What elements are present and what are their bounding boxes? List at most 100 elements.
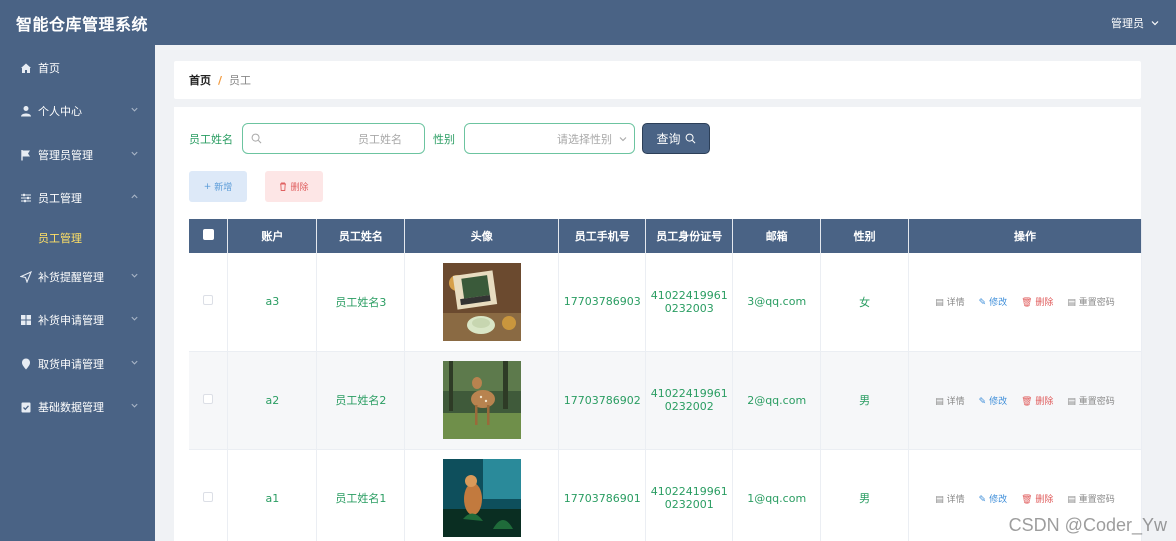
sidebar-item-label: 取货申请管理: [38, 357, 104, 371]
avatar: [442, 361, 521, 439]
account-cell: a2: [227, 351, 318, 450]
column-header: 性别: [820, 219, 910, 253]
edit-button[interactable]: ✎ 修改: [979, 295, 1007, 308]
breadcrumb-separator: /: [218, 73, 223, 87]
sidebar-item-label: 个人中心: [38, 105, 82, 119]
email-cell: 1@qq.com: [732, 449, 822, 541]
batch-delete-button[interactable]: 删除: [265, 171, 323, 202]
id-number-cell: 41022419961 0232001: [645, 449, 734, 541]
name-cell: 员工姓名2: [316, 351, 406, 450]
id-number-cell: 41022419961 0232003: [645, 253, 734, 352]
query-button-label: 查询: [656, 132, 681, 146]
location-icon: [19, 357, 32, 370]
select-all-cell[interactable]: [189, 219, 229, 253]
send-icon: [19, 270, 32, 283]
gender-cell: 女: [820, 253, 910, 352]
sidebar-item-label: 首页: [38, 61, 60, 75]
column-header: 头像: [404, 219, 560, 253]
avatar: [442, 459, 521, 537]
table-row: a2 员工姓名2 17703786902 41022419961 0232002…: [189, 351, 1142, 450]
chevron-down-icon: [619, 136, 627, 141]
sidebar-item-pickup-request[interactable]: 取货申请管理: [0, 342, 155, 386]
edit-button[interactable]: ✎ 修改: [979, 492, 1007, 505]
gender-cell: 男: [820, 351, 910, 450]
sidebar-item-admin[interactable]: 管理员管理: [0, 133, 155, 177]
content-card: 员工姓名 员工姓名 性别 请选择性别 查询 + 新增 删除 账户 员工姓名 头像…: [174, 107, 1142, 541]
detail-button[interactable]: ▤ 详情: [935, 394, 964, 407]
gender-select[interactable]: 请选择性别: [464, 123, 635, 154]
column-header: 账户: [227, 219, 318, 253]
search-icon: [251, 133, 262, 144]
id-number-cell: 41022419961 0232002: [645, 351, 734, 450]
sidebar-item-label: 基础数据管理: [38, 401, 104, 415]
breadcrumb-current: 员工: [229, 74, 252, 87]
reset-password-button[interactable]: ▤ 重置密码: [1067, 394, 1114, 407]
breadcrumb-home[interactable]: 首页: [189, 72, 211, 88]
sidebar: 首页 个人中心 管理员管理 员工管理 员工管理 补货提醒管理 补货申请管理 取货…: [0, 45, 155, 541]
table-header-row: 账户 员工姓名 头像 员工手机号 员工身份证号 邮箱 性别 操作: [189, 219, 1142, 253]
sidebar-item-employee[interactable]: 员工管理: [0, 177, 155, 221]
edit-button[interactable]: ✎ 修改: [979, 394, 1007, 407]
chevron-down-icon: [130, 358, 139, 370]
name-search-input[interactable]: 员工姓名: [242, 123, 425, 154]
delete-button[interactable]: 🗑 删除: [1021, 295, 1053, 308]
sidebar-item-basic-data[interactable]: 基础数据管理: [0, 386, 155, 430]
sidebar-item-profile[interactable]: 个人中心: [0, 90, 155, 134]
detail-button[interactable]: ▤ 详情: [935, 492, 964, 505]
column-header: 员工姓名: [316, 219, 406, 253]
breadcrumb: 首页 / 员工: [174, 61, 1141, 99]
reset-password-button[interactable]: ▤ 重置密码: [1067, 295, 1114, 308]
top-bar: 智能仓库管理系统 管理员: [0, 0, 1176, 45]
chevron-down-icon: [1151, 20, 1159, 25]
chevron-down-icon: [130, 149, 139, 161]
trash-icon: [280, 182, 287, 191]
user-name: 管理员: [1111, 16, 1144, 30]
row-checkbox[interactable]: [203, 393, 214, 404]
sliders-icon: [19, 192, 32, 205]
select-all-checkbox[interactable]: [202, 229, 214, 240]
add-button-label: 新增: [214, 183, 233, 193]
row-checkbox[interactable]: [203, 491, 214, 502]
sidebar-item-label: 员工管理: [38, 192, 82, 206]
sidebar-item-label: 补货申请管理: [38, 314, 104, 328]
delete-button-label: 删除: [290, 183, 309, 193]
delete-button[interactable]: 🗑 删除: [1021, 394, 1053, 407]
flag-icon: [19, 148, 32, 161]
grid-icon: [19, 314, 32, 327]
column-header: 邮箱: [732, 219, 822, 253]
row-actions: ▤ 详情 ✎ 修改 🗑 删除 ▤ 重置密码: [909, 295, 1141, 308]
user-menu[interactable]: 管理员: [1111, 15, 1160, 31]
sidebar-item-label: 管理员管理: [38, 148, 93, 162]
sidebar-item-label: 补货提醒管理: [38, 270, 104, 284]
watermark: CSDN @Coder_Yw: [1008, 515, 1167, 535]
chevron-up-icon: [130, 192, 139, 204]
sidebar-item-restock-request[interactable]: 补货申请管理: [0, 299, 155, 343]
chevron-down-icon: [130, 401, 139, 413]
reset-password-button[interactable]: ▤ 重置密码: [1067, 492, 1114, 505]
gender-label: 性别: [433, 132, 455, 146]
account-cell: a1: [227, 449, 318, 541]
detail-button[interactable]: ▤ 详情: [935, 295, 964, 308]
search-icon: [685, 133, 695, 144]
user-icon: [19, 105, 32, 118]
name-cell: 员工姓名1: [316, 449, 406, 541]
phone-cell: 17703786901: [558, 449, 647, 541]
sidebar-item-home[interactable]: 首页: [0, 46, 155, 90]
query-button[interactable]: 查询: [642, 123, 710, 154]
chevron-down-icon: [130, 314, 139, 326]
name-label: 员工姓名: [189, 132, 233, 146]
delete-button[interactable]: 🗑 删除: [1021, 492, 1053, 505]
app-title: 智能仓库管理系统: [16, 14, 149, 34]
add-button[interactable]: + 新增: [189, 171, 247, 202]
sidebar-subitem-employee[interactable]: 员工管理: [0, 220, 155, 255]
column-header: 员工身份证号: [645, 219, 734, 253]
sidebar-item-restock-reminder[interactable]: 补货提醒管理: [0, 255, 155, 299]
column-header: 操作: [908, 219, 1142, 253]
row-checkbox[interactable]: [203, 295, 214, 306]
account-cell: a3: [227, 253, 318, 352]
action-toolbar: + 新增 删除: [189, 171, 323, 202]
home-icon: [19, 61, 32, 74]
email-cell: 2@qq.com: [732, 351, 822, 450]
column-header: 员工手机号: [558, 219, 647, 253]
search-form: 员工姓名 员工姓名 性别 请选择性别 查询: [189, 123, 710, 154]
